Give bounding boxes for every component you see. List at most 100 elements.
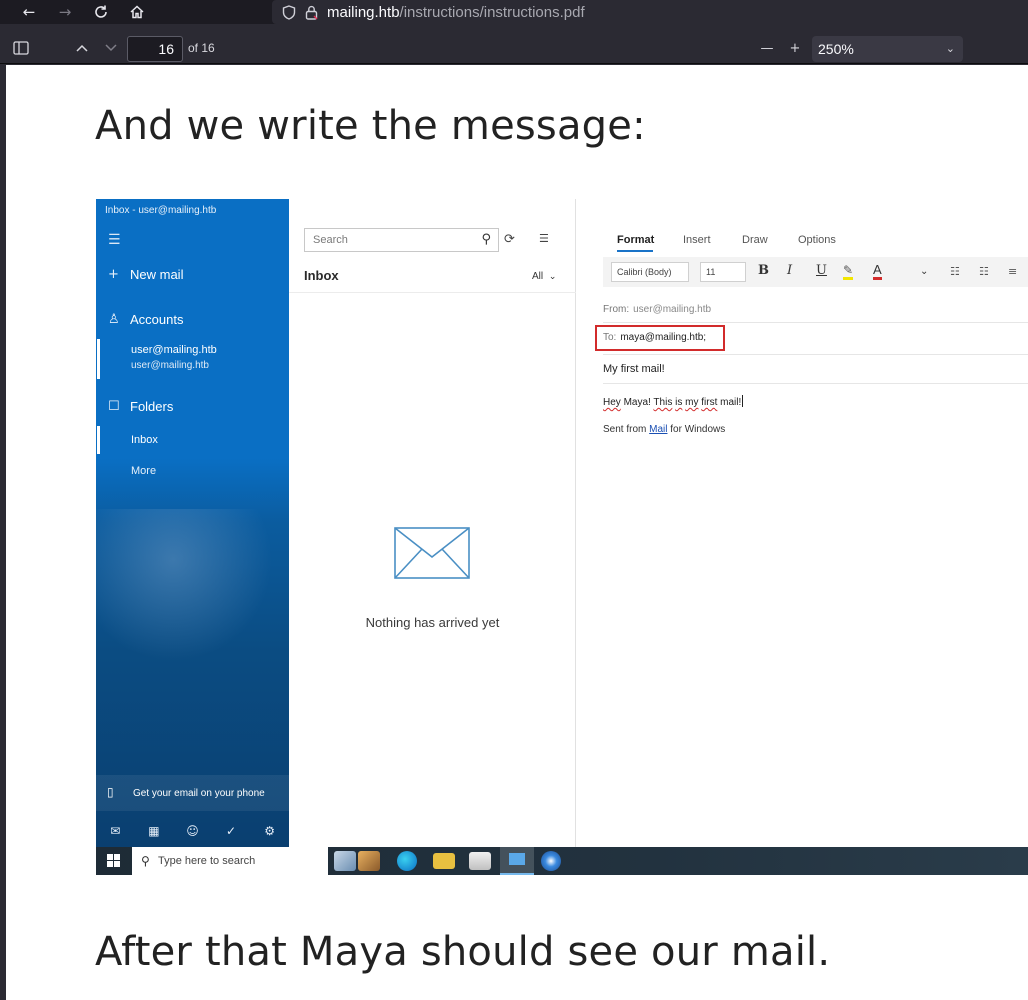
body-word: Maya! [623,397,651,408]
underline-button[interactable]: U [816,263,827,278]
taskbar-app-icon[interactable] [541,851,561,871]
highlight-button[interactable]: ✎ [843,263,854,280]
hamburger-icon[interactable]: ☰ [108,232,121,248]
phone-promo[interactable]: ▯ Get your email on your phone [96,775,289,811]
to-value: maya@mailing.htb; [620,332,707,343]
sidebar-toggle-icon [13,41,29,55]
italic-button[interactable]: I [787,263,792,278]
url-path: /instructions/instructions.pdf [399,3,585,21]
todo-icon[interactable]: ✓ [212,824,251,838]
font-size-select[interactable]: 11 [700,262,746,282]
store-icon[interactable] [469,852,491,870]
phone-icon: ▯ [107,785,114,799]
next-page-button[interactable] [98,36,124,60]
tab-insert[interactable]: Insert [683,234,711,246]
forward-button[interactable]: → [51,0,79,24]
tab-options[interactable]: Options [798,234,836,246]
windows-start-icon[interactable] [107,854,121,868]
home-button[interactable] [123,0,151,24]
taskbar-search-input[interactable]: ⚲ Type here to search [132,847,328,875]
signature-link[interactable]: Mail [649,424,667,435]
filter-label: All [532,271,544,282]
align-icon[interactable]: ≡ [1008,265,1017,278]
body-word: first [701,397,718,408]
subject-field[interactable]: My first mail! [603,363,665,375]
accounts-section[interactable]: ♙ Accounts [108,312,183,327]
taskbar-search-placeholder: Type here to search [158,855,256,867]
home-icon [130,5,144,19]
font-color-button[interactable]: A [873,263,882,280]
selection-bar [97,426,100,454]
filter-dropdown[interactable]: All ⌄ [532,271,556,282]
zoom-in-button[interactable]: + [782,36,808,60]
body-word: my [685,397,699,408]
divider [603,383,1028,384]
compose-pane: Format Insert Draw Options Calibri (Body… [576,199,1028,847]
divider [603,354,1028,355]
folders-section[interactable]: ☐ Folders [108,399,173,414]
tab-format[interactable]: Format [617,234,654,246]
bold-button[interactable]: B [758,263,769,278]
previous-page-button[interactable] [69,36,95,60]
account-item[interactable]: user@mailing.htb user@mailing.htb [96,339,289,379]
tab-draw[interactable]: Draw [742,234,768,246]
page-number-input[interactable]: 16 [127,36,183,62]
active-tab-indicator [617,250,653,252]
new-mail-button[interactable]: + New mail [108,267,183,282]
from-line: From: user@mailing.htb [603,304,711,315]
numbered-list-icon[interactable]: ☷ [979,265,989,278]
minus-icon: — [760,40,774,56]
taskbar-app-icon[interactable] [358,851,380,871]
search-placeholder: Search [313,234,348,246]
plus-icon: + [108,267,119,282]
folder-item-inbox[interactable]: Inbox [96,426,289,454]
message-body[interactable]: Hey Maya! This is my first mail! [603,395,744,408]
from-label: From: [603,304,630,315]
select-mode-icon[interactable]: ☰ [539,232,549,245]
search-icon[interactable]: ⚲ [481,229,491,251]
folder-icon: ☐ [108,399,120,414]
arrow-right-icon: → [58,3,72,21]
accounts-label: Accounts [130,312,184,327]
mail-icon [509,853,525,865]
bullet-list-icon[interactable]: ☷ [950,265,960,278]
from-value: user@mailing.htb [633,304,712,315]
taskbar-app-icon[interactable] [334,851,356,871]
folder-inbox-label: Inbox [131,434,158,446]
reload-button[interactable] [87,0,115,24]
folder-item-more[interactable]: More [131,465,156,477]
account-email: user@mailing.htb [131,360,209,371]
shield-icon [282,4,296,20]
message-list-pane: Search ⚲ ⟳ ☰ Inbox All ⌄ Nothing has arr… [289,199,576,847]
envelope-icon [394,527,470,579]
calendar-icon[interactable]: ▦ [135,824,174,838]
browser-nav-bar: ← → mailing.htb/instructions/instruction… [0,0,1028,24]
chevron-down-icon [105,44,117,52]
page-heading-top: And we write the message: [95,103,646,149]
window-title: Inbox - user@mailing.htb [105,205,217,216]
search-icon: ⚲ [141,854,150,868]
edge-icon[interactable] [397,851,417,871]
chevron-down-icon: ⌄ [548,272,557,282]
file-explorer-icon[interactable] [433,853,455,869]
url-bar[interactable]: mailing.htb/instructions/instructions.pd… [272,0,1028,24]
back-button[interactable]: ← [15,0,43,24]
mail-icon[interactable]: ✉ [96,824,135,838]
people-icon[interactable]: ☺ [173,824,212,838]
selection-bar [97,339,100,379]
font-name-select[interactable]: Calibri (Body) [611,262,689,282]
to-field[interactable]: To: maya@mailing.htb; [595,325,725,351]
body-word: Hey [603,397,621,408]
sync-icon[interactable]: ⟳ [504,232,515,247]
pdf-page: And we write the message: Inbox - user@m… [6,65,1028,1000]
mail-app-taskbar-button[interactable] [500,847,534,875]
lock-icon [305,5,318,20]
mail-sidebar: Inbox - user@mailing.htb ☰ + New mail ♙ … [96,199,289,847]
chevron-down-icon[interactable]: ⌄ [920,266,928,277]
zoom-select[interactable]: 250% ⌄ [812,36,963,62]
phone-promo-label: Get your email on your phone [133,788,265,799]
mail-search-input[interactable]: Search ⚲ [304,228,499,252]
settings-icon[interactable]: ⚙ [250,824,289,838]
sidebar-toggle-button[interactable] [8,36,34,60]
zoom-out-button[interactable]: — [754,36,780,60]
